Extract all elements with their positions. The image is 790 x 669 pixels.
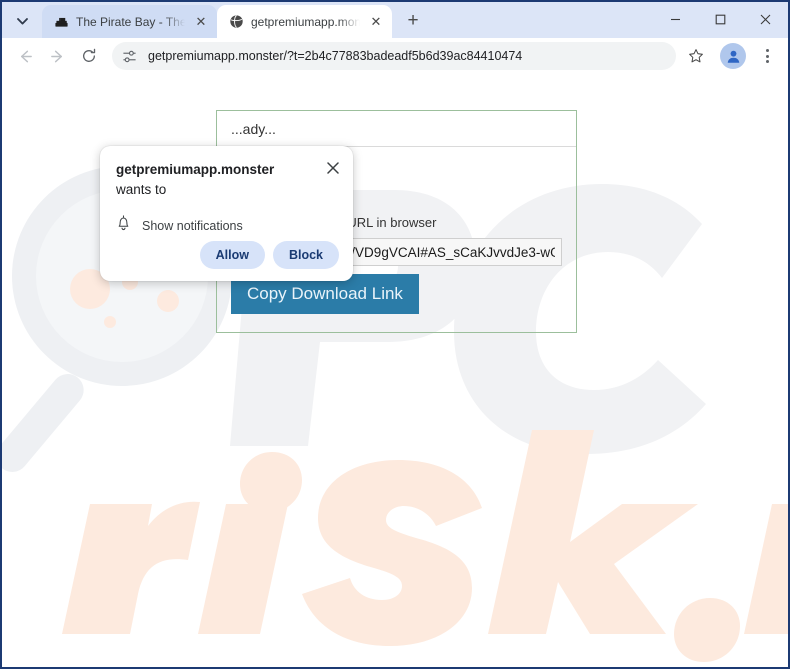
globe-icon bbox=[228, 14, 244, 30]
tab-close-icon[interactable]: ✕ bbox=[367, 13, 385, 31]
browser-window: The Pirate Bay - The galaxy's m ✕ getpre… bbox=[0, 0, 790, 669]
window-close-button[interactable] bbox=[743, 2, 788, 36]
notification-permission-bubble: getpremiumapp.monster wants to Show noti… bbox=[100, 146, 353, 281]
bubble-permission-row: Show notifications bbox=[116, 215, 337, 236]
block-notifications-button[interactable]: Block bbox=[272, 241, 339, 269]
tab-strip: The Pirate Bay - The galaxy's m ✕ getpre… bbox=[2, 2, 788, 38]
bubble-permission-label: Show notifications bbox=[142, 218, 243, 233]
tab-search-chevron-down-icon[interactable] bbox=[2, 6, 42, 36]
three-dot-menu-icon[interactable] bbox=[754, 42, 780, 70]
window-maximize-button[interactable] bbox=[698, 2, 743, 36]
bubble-origin: getpremiumapp.monster bbox=[116, 162, 275, 177]
address-bar[interactable]: getpremiumapp.monster/?t=2b4c77883badead… bbox=[112, 42, 676, 70]
tab-title: The Pirate Bay - The galaxy's m bbox=[76, 14, 185, 29]
pirate-ship-icon bbox=[53, 14, 69, 30]
address-bar-url: getpremiumapp.monster/?t=2b4c77883badead… bbox=[148, 49, 523, 63]
site-settings-tune-icon[interactable] bbox=[118, 45, 140, 67]
window-minimize-button[interactable] bbox=[653, 2, 698, 36]
new-tab-plus-icon[interactable]: + bbox=[398, 6, 428, 36]
menu-dot bbox=[765, 54, 769, 58]
reload-icon[interactable] bbox=[74, 41, 104, 71]
page-viewport: ...ady... is: 2025 Copy and paste the UR… bbox=[2, 74, 788, 667]
bubble-title-suffix: wants to bbox=[116, 181, 167, 197]
profile-avatar[interactable] bbox=[720, 43, 746, 69]
menu-dot bbox=[765, 60, 769, 63]
window-controls bbox=[653, 2, 788, 36]
tab-close-icon[interactable]: ✕ bbox=[192, 13, 210, 31]
forward-arrow-right-icon[interactable] bbox=[42, 41, 72, 71]
card-header-text: ...ady... bbox=[217, 111, 576, 147]
back-arrow-left-icon[interactable] bbox=[10, 41, 40, 71]
bookmark-star-icon[interactable] bbox=[682, 42, 710, 70]
tab-title: getpremiumapp.monster/?t=2b bbox=[251, 14, 360, 29]
tab-pirate-bay[interactable]: The Pirate Bay - The galaxy's m ✕ bbox=[42, 5, 217, 38]
bubble-close-icon[interactable] bbox=[323, 158, 343, 178]
bubble-actions: Allow Block bbox=[199, 241, 339, 269]
allow-notifications-button[interactable]: Allow bbox=[199, 241, 265, 269]
bubble-title: getpremiumapp.monster wants to bbox=[116, 160, 311, 199]
menu-dot bbox=[765, 49, 769, 52]
browser-toolbar: getpremiumapp.monster/?t=2b4c77883badead… bbox=[2, 38, 788, 74]
tab-getpremiumapp-monster[interactable]: getpremiumapp.monster/?t=2b ✕ bbox=[217, 5, 392, 38]
bell-icon bbox=[116, 215, 131, 236]
